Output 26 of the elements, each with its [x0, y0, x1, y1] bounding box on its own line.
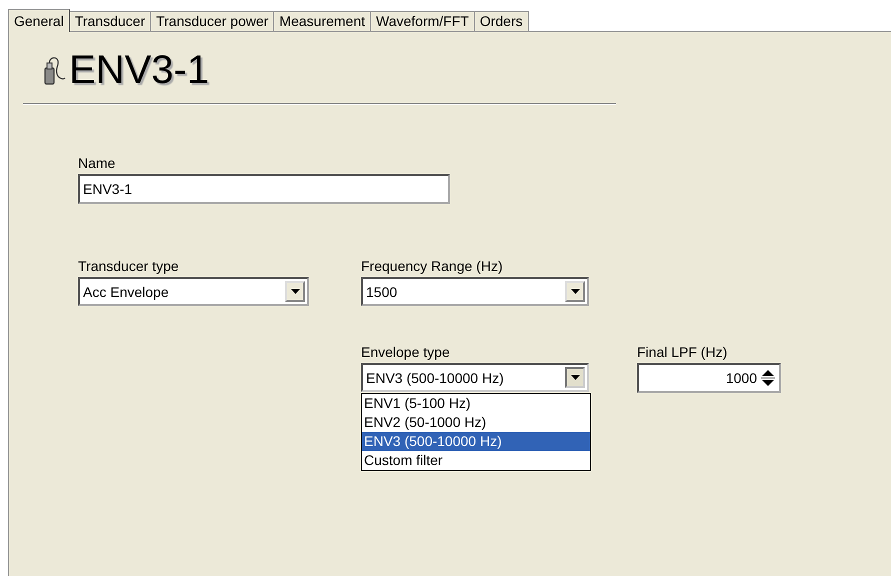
dropdown-option[interactable]: Custom filter [362, 451, 590, 470]
spin-arrows-icon [760, 369, 776, 387]
dropdown-option[interactable]: ENV3 (500-10000 Hz) [362, 432, 590, 451]
tab[interactable]: Measurement [274, 11, 372, 31]
final-lpf-field[interactable]: 1000 [637, 363, 781, 393]
tab[interactable]: General [8, 9, 70, 32]
frequency-range-label: Frequency Range (Hz) [361, 258, 504, 274]
dropdown-option[interactable]: ENV1 (5-100 Hz) [362, 394, 590, 413]
tab[interactable]: Transducer [70, 11, 152, 31]
name-label: Name [78, 155, 116, 171]
sensor-title: ENV3-1 [69, 48, 210, 93]
transducer-type-dropdown[interactable]: Acc Envelope [78, 277, 309, 306]
tab[interactable]: Transducer power [151, 11, 274, 31]
envelope-type-label: Envelope type [361, 344, 451, 360]
caret-icon [290, 289, 300, 294]
frequency-range-dropdown[interactable]: 1500 [361, 277, 589, 306]
transducer-type-label: Transducer type [78, 258, 180, 274]
caret-icon [570, 375, 580, 380]
name-field[interactable]: ENV3-1 [78, 174, 450, 204]
caret-icon [570, 289, 580, 294]
envelope-type-dropdown[interactable]: ENV3 (500-10000 Hz) [361, 363, 589, 392]
tab[interactable]: Waveform/FFT [371, 11, 475, 31]
tab[interactable]: Orders [474, 11, 529, 31]
dropdown-option[interactable]: ENV2 (50-1000 Hz) [362, 413, 590, 432]
final-lpf-label: Final LPF (Hz) [637, 344, 728, 360]
sensor-icon [43, 56, 67, 86]
